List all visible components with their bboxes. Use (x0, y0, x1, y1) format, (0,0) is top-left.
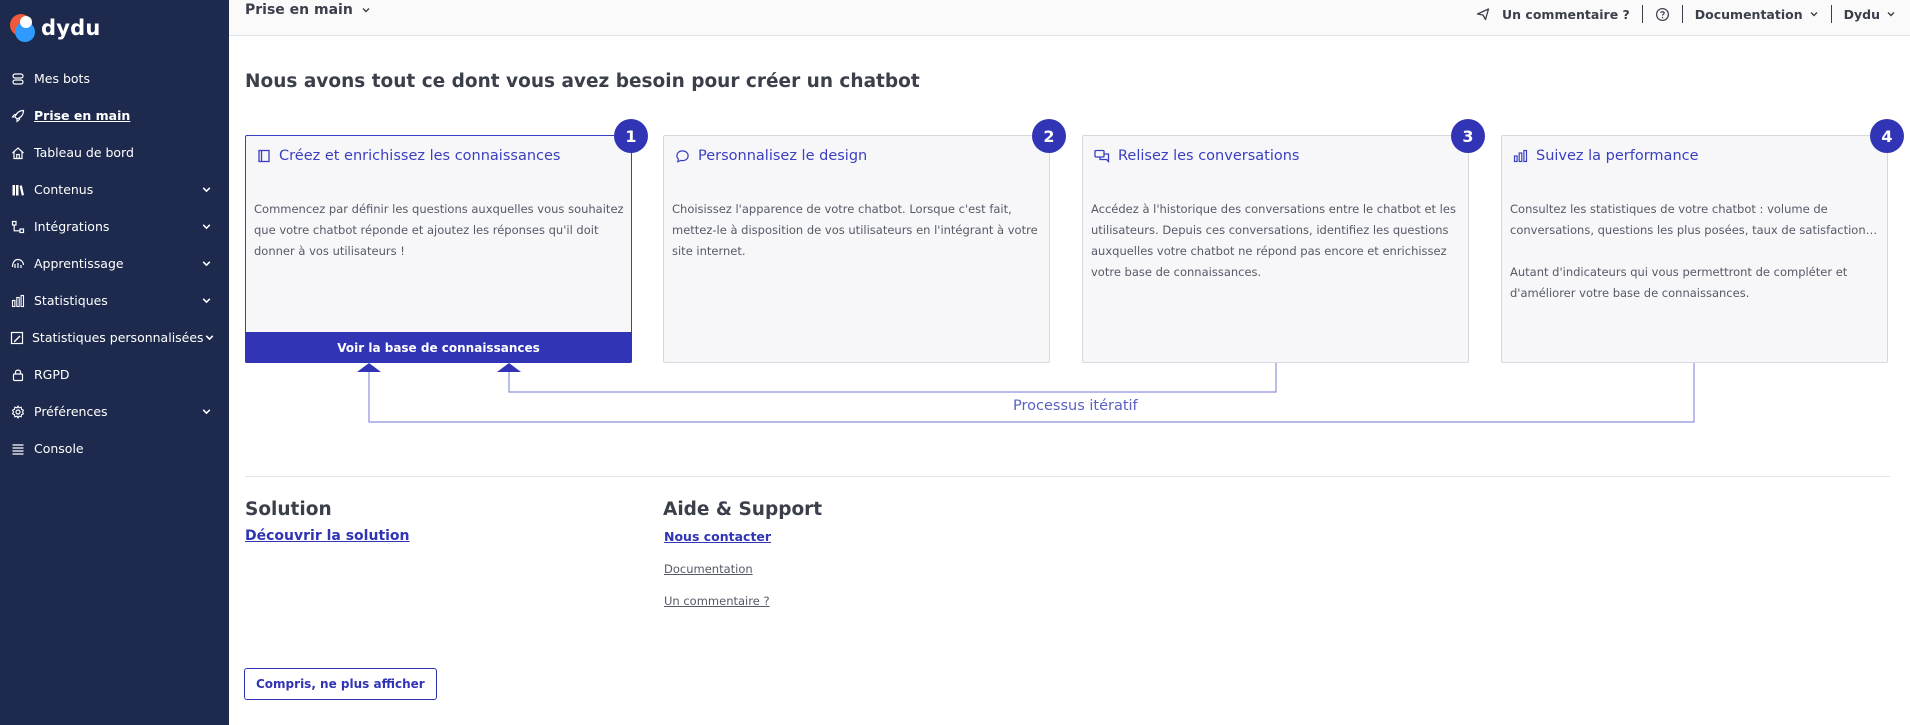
contact-link[interactable]: Nous contacter (664, 529, 771, 544)
divider (1681, 5, 1683, 23)
documentation-link[interactable]: Documentation (664, 562, 753, 576)
comment-button[interactable]: Un commentaire ? (1476, 7, 1630, 22)
sidebar-item-integrations[interactable]: Intégrations (0, 208, 229, 245)
logo-mark-icon (8, 12, 36, 44)
sidebar-item-label: Intégrations (34, 219, 110, 234)
sidebar-item-label: Mes bots (34, 71, 90, 86)
step-number-badge: 3 (1451, 119, 1485, 153)
comment-label: Un commentaire ? (1502, 6, 1630, 22)
section-divider (245, 476, 1890, 477)
step-title: Créez et enrichissez les connaissances (279, 148, 561, 164)
page-title: Nous avons tout ce dont vous avez besoin… (245, 71, 920, 92)
sidebar-item-console[interactable]: Console (0, 430, 229, 467)
step-title: Relisez les conversations (1118, 148, 1300, 164)
bar-chart-icon (10, 293, 26, 309)
help-icon (1655, 7, 1669, 21)
chevron-down-icon (201, 406, 213, 418)
user-menu[interactable]: Dydu (1844, 7, 1896, 22)
step-title: Personnalisez le design (698, 148, 868, 164)
logo[interactable]: dydu (8, 12, 101, 44)
step-description: Consultez les statistiques de votre chat… (1510, 199, 1880, 304)
rocket-icon (10, 108, 26, 124)
bots-icon (10, 71, 26, 87)
chevron-down-icon (362, 8, 370, 13)
chevron-down-icon (1887, 12, 1895, 17)
sidebar-item-label: Statistiques personnalisées (32, 330, 204, 345)
step-paragraph: Choisissez l'apparence de votre chatbot.… (672, 202, 1038, 258)
custom-stats-icon (10, 330, 24, 346)
step-title: Suivez la performance (1536, 148, 1699, 164)
step-card-design: Personnalisez le design Choisissez l'app… (663, 119, 1066, 363)
sidebar-item-apprentissage[interactable]: Apprentissage (0, 245, 229, 282)
chevron-down-icon (201, 295, 213, 307)
sidebar-item-label: Console (34, 441, 84, 456)
documentation-menu[interactable]: Documentation (1695, 7, 1819, 22)
chevron-down-icon (201, 258, 213, 270)
chat-bubble-icon (676, 149, 689, 163)
step-paragraph: Commencez par définir les questions auxq… (254, 202, 624, 258)
step-card-conversations: Relisez les conversations Accédez à l'hi… (1082, 119, 1485, 363)
library-icon (10, 182, 26, 198)
bar-chart-icon (1513, 149, 1528, 163)
step-description: Choisissez l'apparence de votre chatbot.… (672, 199, 1042, 262)
page-selector-label: Prise en main (245, 2, 353, 18)
sidebar-item-preferences[interactable]: Préférences (0, 393, 229, 430)
step-number-badge: 1 (614, 119, 648, 153)
step-paragraph: Autant d'indicateurs qui vous permettron… (1510, 265, 1848, 300)
integrations-icon (10, 219, 26, 235)
sidebar-item-label: Contenus (34, 182, 94, 197)
solution-title: Solution (245, 499, 332, 520)
sidebar-item-label: Tableau de bord (34, 145, 134, 160)
step-paragraph: Consultez les statistiques de votre chat… (1510, 202, 1878, 237)
chevron-down-icon (201, 221, 213, 233)
sidebar-item-label: Statistiques (34, 293, 108, 308)
lock-icon (10, 367, 26, 383)
step-card-performance: Suivez la performance Consultez les stat… (1501, 119, 1904, 363)
home-icon (10, 145, 26, 161)
divider (1830, 5, 1832, 23)
learning-icon (10, 256, 26, 272)
sidebar: dydu Mes bots Prise en main Tableau de bor… (0, 0, 229, 725)
page-selector[interactable]: Prise en main (245, 2, 371, 18)
iterative-process-label: Processus itératif (1013, 398, 1138, 414)
step-number-badge: 4 (1870, 119, 1904, 153)
topbar: Prise en main Un commentaire ? Documenta… (229, 0, 1910, 36)
gear-icon (10, 404, 26, 420)
sidebar-item-mes-bots[interactable]: Mes bots (0, 60, 229, 97)
sidebar-item-tableau-de-bord[interactable]: Tableau de bord (0, 134, 229, 171)
divider (1641, 5, 1643, 23)
step-paragraph: Accédez à l'historique des conversations… (1091, 202, 1456, 279)
support-title: Aide & Support (663, 499, 823, 520)
step-card-knowledge: Créez et enrichissez les connaissances C… (245, 119, 648, 363)
chevron-down-icon (201, 184, 213, 196)
view-knowledge-base-button[interactable]: Voir la base de connaissances (245, 332, 632, 363)
help-button[interactable] (1655, 7, 1670, 22)
sidebar-item-statistiques-personnalisees[interactable]: Statistiques personnalisées (0, 319, 229, 356)
sidebar-item-rgpd[interactable]: RGPD (0, 356, 229, 393)
sidebar-item-label: Préférences (34, 404, 108, 419)
sidebar-item-label: Prise en main (34, 108, 131, 123)
discover-solution-link[interactable]: Découvrir la solution (245, 528, 410, 544)
comment-link[interactable]: Un commentaire ? (664, 594, 770, 608)
step-description: Commencez par définir les questions auxq… (254, 199, 624, 262)
step-number-badge: 2 (1032, 119, 1066, 153)
send-icon (1476, 8, 1490, 21)
sidebar-item-label: Apprentissage (34, 256, 124, 271)
console-icon (10, 441, 26, 457)
conversations-icon (1094, 149, 1110, 163)
chevron-down-icon (204, 332, 215, 344)
chevron-down-icon (1810, 12, 1818, 17)
sidebar-item-statistiques[interactable]: Statistiques (0, 282, 229, 319)
user-label: Dydu (1843, 6, 1880, 22)
dismiss-button[interactable]: Compris, ne plus afficher (244, 668, 437, 700)
sidebar-item-prise-en-main[interactable]: Prise en main (0, 97, 229, 134)
book-icon (258, 149, 270, 163)
logo-text: dydu (41, 16, 101, 40)
sidebar-nav: Mes bots Prise en main Tableau de bord Cont… (0, 60, 229, 467)
sidebar-item-contenus[interactable]: Contenus (0, 171, 229, 208)
documentation-label: Documentation (1694, 6, 1803, 22)
sidebar-item-label: RGPD (34, 367, 70, 382)
step-description: Accédez à l'historique des conversations… (1091, 199, 1461, 283)
